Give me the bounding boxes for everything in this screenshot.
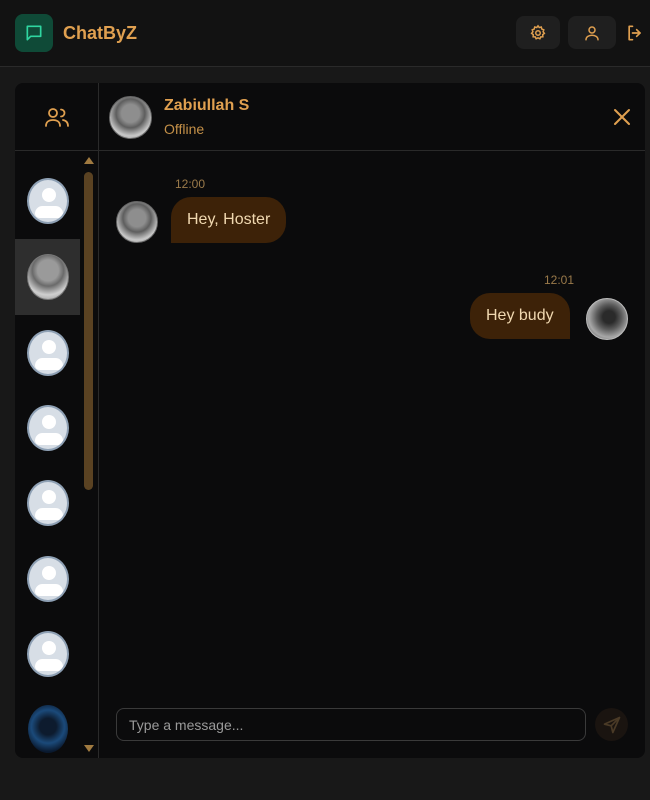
scroll-down-arrow-icon[interactable] — [84, 745, 94, 752]
gear-icon — [530, 24, 546, 40]
contact-item[interactable] — [15, 163, 80, 239]
chat-header: Zabiullah S Offline — [99, 83, 645, 151]
message-time: 12:00 — [175, 177, 206, 191]
contact-item[interactable] — [15, 691, 80, 758]
contact-item-active[interactable] — [15, 239, 80, 315]
scroll-up-arrow-icon[interactable] — [84, 157, 94, 164]
contact-item[interactable] — [15, 315, 80, 391]
contact-item[interactable] — [15, 465, 80, 541]
chat-panel: Zabiullah S Offline 12:00 Hey, Hoster 12… — [15, 83, 645, 758]
contact-avatar[interactable] — [109, 96, 152, 139]
contact-avatar — [26, 254, 69, 300]
send-button[interactable] — [595, 708, 628, 741]
scrollbar-thumb[interactable] — [84, 172, 93, 490]
contact-item[interactable] — [15, 390, 80, 466]
message-input[interactable] — [116, 708, 586, 741]
app-logo — [15, 14, 53, 52]
top-bar: ChatByZ — [0, 0, 650, 67]
sender-avatar — [116, 201, 158, 243]
contact-avatar — [26, 631, 69, 677]
logout-button[interactable] — [624, 22, 646, 44]
close-icon — [614, 109, 630, 125]
contact-avatar — [26, 330, 69, 376]
send-icon — [603, 716, 620, 733]
my-avatar — [586, 298, 628, 340]
contact-avatar — [27, 705, 68, 753]
logout-icon — [628, 25, 641, 41]
close-chat-button[interactable] — [610, 105, 634, 129]
contacts-header[interactable] — [15, 83, 98, 151]
contact-name: Zabiullah S — [164, 97, 250, 114]
contact-avatar — [26, 556, 69, 602]
message-bubble-incoming: Hey, Hoster — [171, 197, 287, 243]
contact-avatar — [26, 480, 69, 526]
contact-item[interactable] — [15, 616, 80, 692]
settings-button[interactable] — [516, 16, 560, 49]
contact-avatar — [26, 405, 69, 451]
message-time: 12:01 — [544, 273, 575, 287]
contact-avatar — [26, 178, 69, 224]
message-bubble-outgoing: Hey budy — [470, 293, 570, 339]
contacts-sidebar — [15, 83, 99, 758]
contact-item[interactable] — [15, 541, 80, 617]
contact-status: Offline — [164, 121, 205, 137]
chat-bubble-icon — [26, 25, 42, 41]
contacts-scrollbar[interactable] — [83, 153, 95, 758]
users-icon — [44, 107, 69, 127]
profile-button[interactable] — [568, 16, 616, 49]
user-icon — [585, 25, 599, 40]
app-name: ChatByZ — [63, 23, 138, 43]
